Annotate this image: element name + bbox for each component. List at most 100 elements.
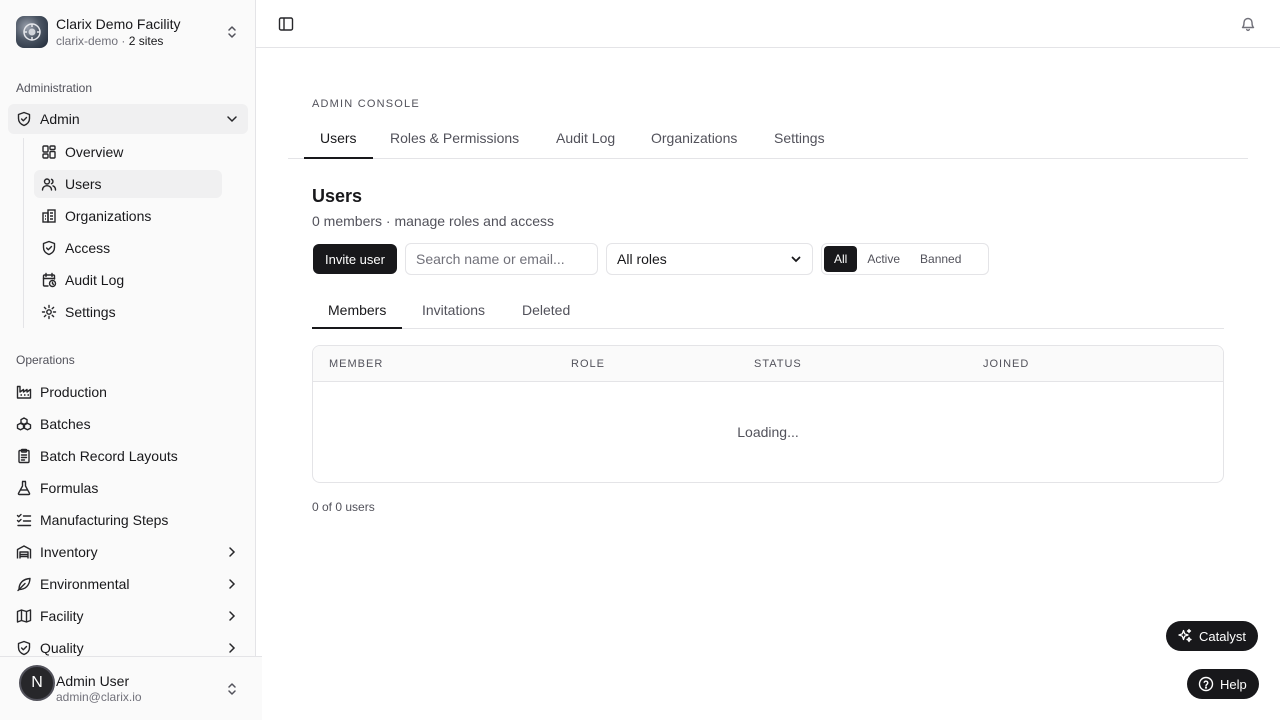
role-filter-select[interactable]: All roles xyxy=(606,243,813,275)
leaf-icon xyxy=(17,577,31,592)
sidebar-item-label: Environmental xyxy=(40,576,130,592)
column-header-status[interactable]: STATUS xyxy=(754,346,802,382)
column-header-role[interactable]: ROLE xyxy=(571,346,605,382)
sidebar-item-label: Quality xyxy=(40,640,84,656)
sidebar-item-access[interactable]: Access xyxy=(34,234,222,262)
sidebar-item-label: Settings xyxy=(65,304,116,320)
list-checks-icon xyxy=(16,513,32,527)
sidebar-item-label: Overview xyxy=(65,144,124,160)
status-filter: All Active Banned xyxy=(821,243,989,275)
status-filter-all[interactable]: All xyxy=(824,246,858,272)
flask-icon xyxy=(17,480,31,496)
chevron-down-icon xyxy=(227,116,237,123)
sidebar-item-label: Facility xyxy=(40,608,84,624)
tab-audit-log[interactable]: Audit Log xyxy=(540,118,631,158)
org-logo xyxy=(16,16,48,48)
sidebar-item-label: Access xyxy=(65,240,111,256)
invite-user-button[interactable]: Invite user xyxy=(313,244,397,274)
org-name: Clarix Demo Facility xyxy=(56,15,181,32)
sidebar-item-admin[interactable]: Admin xyxy=(8,104,248,134)
panel-left-icon xyxy=(278,17,294,31)
status-filter-active[interactable]: Active xyxy=(857,246,910,272)
clipboard-icon xyxy=(18,448,30,464)
sidebar-item-facility[interactable]: Facility xyxy=(8,601,248,631)
avatar[interactable]: N xyxy=(19,665,55,701)
members-table: MEMBER ROLE STATUS JOINED Loading... xyxy=(312,345,1224,483)
catalyst-label: Catalyst xyxy=(1199,628,1246,644)
shield-check-icon xyxy=(42,240,56,256)
dashboard-icon xyxy=(42,145,56,159)
tab-settings[interactable]: Settings xyxy=(758,118,841,158)
map-icon xyxy=(16,609,32,623)
tab-members[interactable]: Members xyxy=(312,292,403,329)
section-operations: Operations xyxy=(16,353,75,367)
chevrons-up-down-icon xyxy=(228,26,236,38)
column-header-member[interactable]: MEMBER xyxy=(329,346,383,382)
sidebar-toggle-button[interactable] xyxy=(272,10,300,38)
user-text: Admin User admin@clarix.io xyxy=(56,673,224,706)
column-header-joined[interactable]: JOINED xyxy=(983,346,1029,382)
sidebar-item-label: Admin xyxy=(40,111,80,127)
user-email: admin@clarix.io xyxy=(56,690,142,705)
search-input[interactable] xyxy=(405,243,598,275)
tab-deleted[interactable]: Deleted xyxy=(506,292,586,328)
bell-icon xyxy=(1241,17,1255,32)
catalyst-button[interactable]: Catalyst xyxy=(1166,621,1258,651)
calendar-clock-icon xyxy=(42,272,57,288)
loading-text: Loading... xyxy=(737,424,799,440)
sidebar-item-label: Inventory xyxy=(40,544,98,560)
tab-organizations[interactable]: Organizations xyxy=(635,118,753,158)
status-filter-banned[interactable]: Banned xyxy=(910,246,971,272)
warehouse-icon xyxy=(16,545,32,559)
admin-tabs: Users Roles & Permissions Audit Log Orga… xyxy=(288,118,1248,159)
sidebar-item-batch-record-layouts[interactable]: Batch Record Layouts xyxy=(8,441,248,471)
user-menu[interactable]: N Admin User admin@clarix.io xyxy=(8,665,248,713)
sidebar-item-production[interactable]: Production xyxy=(8,377,248,407)
shield-check-icon xyxy=(17,111,31,127)
sidebar-item-settings[interactable]: Settings xyxy=(34,298,222,326)
chevron-right-icon xyxy=(229,547,236,557)
tab-invitations[interactable]: Invitations xyxy=(406,292,501,328)
sidebar-item-users[interactable]: Users xyxy=(34,170,222,198)
tab-roles-permissions[interactable]: Roles & Permissions xyxy=(374,118,535,158)
sidebar-item-label: Formulas xyxy=(40,480,99,496)
org-slug: clarix-demo xyxy=(56,33,119,48)
page-title: Users xyxy=(312,186,363,206)
chevron-right-icon xyxy=(229,643,236,653)
notifications-button[interactable] xyxy=(1234,10,1262,38)
shield-check-icon xyxy=(17,640,31,656)
user-name: Admin User xyxy=(56,672,130,689)
help-button[interactable]: Help xyxy=(1187,669,1259,699)
section-administration: Administration xyxy=(16,81,93,95)
org-switcher[interactable]: Clarix Demo Facility clarix-demo · 2 sit… xyxy=(8,8,248,56)
users-subtabs: Members Invitations Deleted xyxy=(312,292,1224,329)
chevron-right-icon xyxy=(229,579,236,589)
page-subtitle: 0 members · manage roles and access xyxy=(312,213,554,229)
sidebar-item-audit-log[interactable]: Audit Log xyxy=(34,266,222,294)
sidebar-item-label: Users xyxy=(65,176,102,192)
page-eyebrow: ADMIN CONSOLE xyxy=(312,98,420,110)
topbar xyxy=(256,0,1280,48)
sidebar-item-manufacturing-steps[interactable]: Manufacturing Steps xyxy=(8,505,248,535)
help-circle-icon xyxy=(1198,676,1214,692)
user-area: N Admin User admin@clarix.io xyxy=(0,656,262,720)
building-icon xyxy=(42,209,56,223)
sidebar-item-label: Batches xyxy=(40,416,91,432)
tab-users[interactable]: Users xyxy=(304,118,373,159)
sidebar-item-overview[interactable]: Overview xyxy=(34,138,222,166)
sidebar-item-inventory[interactable]: Inventory xyxy=(8,537,248,567)
sidebar-item-formulas[interactable]: Formulas xyxy=(8,473,248,503)
factory-icon xyxy=(16,385,32,399)
help-label: Help xyxy=(1220,676,1247,692)
sidebar-item-batches[interactable]: Batches xyxy=(8,409,248,439)
user-count: 0 of 0 users xyxy=(312,500,375,514)
sidebar: Clarix Demo Facility clarix-demo · 2 sit… xyxy=(0,0,262,720)
chevrons-up-down-icon xyxy=(228,683,236,695)
boxes-icon xyxy=(16,417,32,431)
users-icon xyxy=(41,178,57,191)
sidebar-item-environmental[interactable]: Environmental xyxy=(8,569,248,599)
sidebar-item-organizations[interactable]: Organizations xyxy=(34,202,222,230)
sidebar-item-label: Organizations xyxy=(65,208,152,224)
chevron-right-icon xyxy=(229,611,236,621)
org-subtitle: clarix-demo · 2 sites xyxy=(56,34,224,48)
